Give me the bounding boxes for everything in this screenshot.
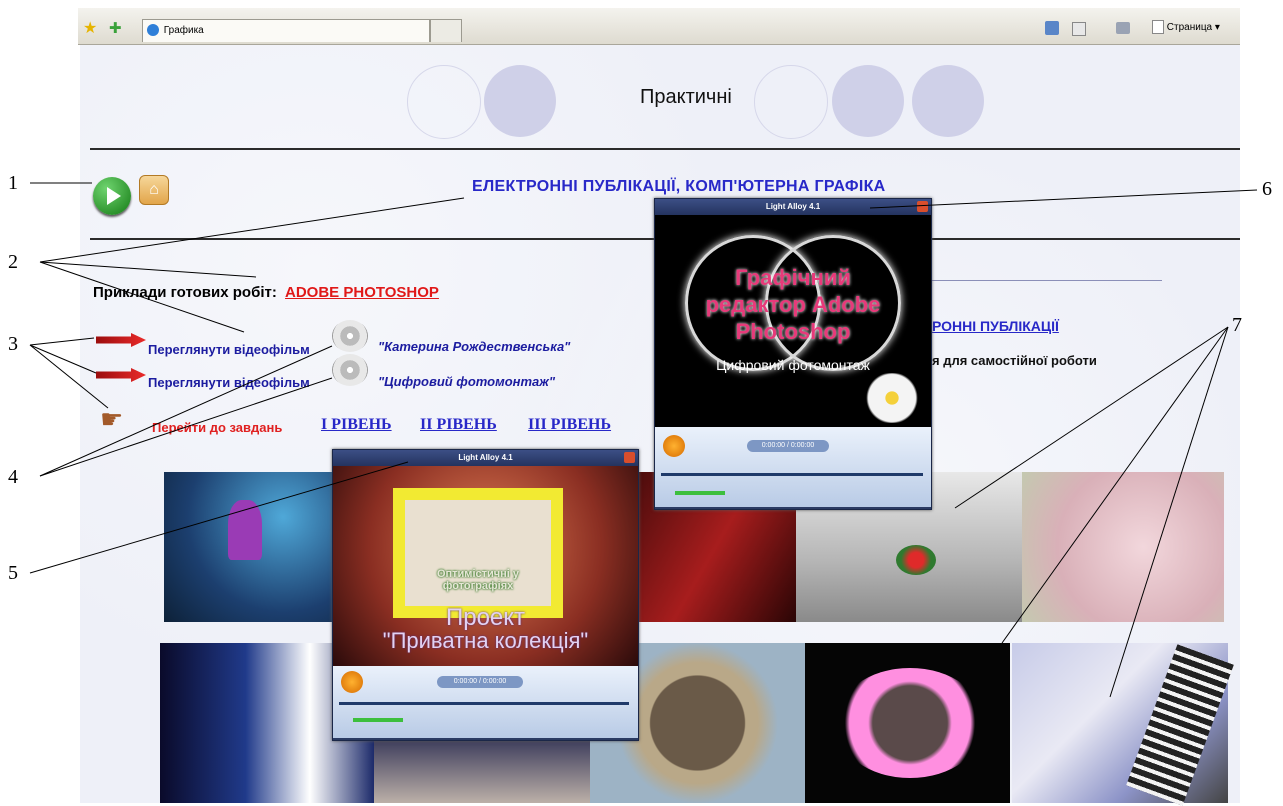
callout-3: 3: [8, 333, 18, 355]
callout-lines: [29, 182, 1258, 698]
callout-1: 1: [8, 172, 18, 194]
callout-4: 4: [8, 466, 18, 488]
callout-5: 5: [8, 562, 18, 584]
callout-7: 7: [1232, 314, 1242, 336]
callout-2: 2: [8, 251, 18, 273]
callout-6: 6: [1262, 178, 1272, 200]
